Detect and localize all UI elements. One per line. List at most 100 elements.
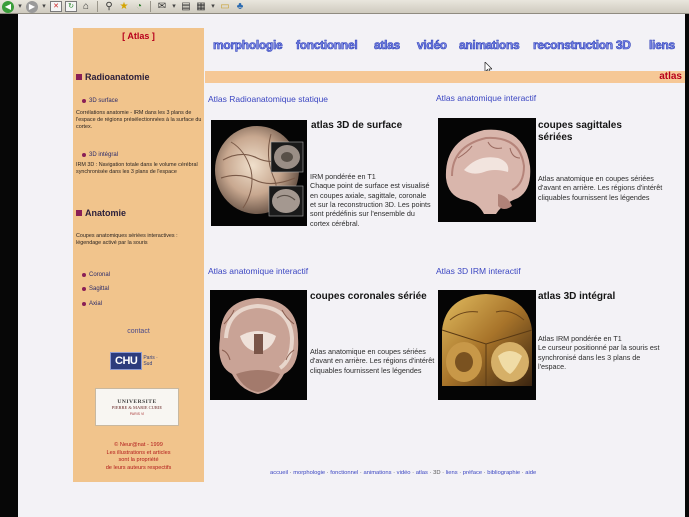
footer-navigation: accueil · morphologie · fonctionnel · an… <box>270 470 680 476</box>
footer-link-bibliographie[interactable]: bibliographie <box>487 470 520 476</box>
sidebar-link-axial[interactable]: Axial <box>82 301 102 307</box>
folder-icon[interactable]: ▭ <box>219 1 231 13</box>
footer-link-morphologie[interactable]: morphologie <box>293 470 325 476</box>
sidebar-link-label[interactable]: 3D surface <box>89 98 118 104</box>
copyright-line: de leurs auteurs respectifs <box>105 464 172 471</box>
thumb-coupes-coronales[interactable] <box>210 290 307 400</box>
search-icon[interactable]: ⚲ <box>103 1 115 13</box>
sidebar-desc-3d-integral: IRM 3D : Navigation totale dans le volum… <box>76 162 198 176</box>
section-heading-anatomie: Anatomie <box>76 208 126 218</box>
top-navigation: morphologie fonctionnel atlas vidéo anim… <box>213 38 683 56</box>
card-category-coronal[interactable]: Atlas anatomique interactif <box>208 266 308 276</box>
card-title-3d-integral[interactable]: atlas 3D intégral <box>538 291 658 303</box>
section-heading-label: Radioanatomie <box>85 72 150 82</box>
nav-animations[interactable]: animations <box>459 38 520 53</box>
brain-sagittal-section <box>438 118 536 222</box>
bullet-icon <box>82 153 86 157</box>
brain-coronal-section <box>210 290 307 400</box>
sidebar-link-3d-integral[interactable]: 3D intégral <box>82 152 118 158</box>
forward-dropdown-icon[interactable]: ▾ <box>41 1 47 13</box>
back-dropdown-icon[interactable]: ▾ <box>17 1 23 13</box>
sidebar-link-label[interactable]: Axial <box>89 301 102 307</box>
section-heading-radioanatomie: Radioanatomie <box>76 72 150 82</box>
footer-link-aide[interactable]: aide <box>525 470 536 476</box>
section-title-bar: atlas <box>205 71 685 83</box>
browser-toolbar: ◀ ▾ ▶ ▾ ✕ ↻ ⌂ ⚲ ★ ◔ ✉ ▾ ▤ ▦ ▾ ▭ ♣ <box>0 0 689 14</box>
copyright-notice: © Neur@nat - 1999 Les illustrations et a… <box>73 442 204 472</box>
footer-link-vid-o[interactable]: vidéo <box>397 470 411 476</box>
sidebar-link-label[interactable]: Sagittal <box>89 286 109 292</box>
univ-logo-line3: PARIS VI <box>129 411 145 416</box>
contact-link[interactable]: contact <box>73 328 204 335</box>
right-black-border <box>685 14 689 517</box>
footer-link-atlas[interactable]: atlas <box>416 470 428 476</box>
card-category-surface[interactable]: Atlas Radioanatomique statique <box>208 94 328 104</box>
home-icon[interactable]: ⌂ <box>80 1 92 13</box>
refresh-icon[interactable]: ↻ <box>65 1 77 12</box>
edit-dropdown-icon[interactable]: ▾ <box>210 1 216 13</box>
section-heading-label: Anatomie <box>85 208 127 218</box>
footer-link-animations[interactable]: animations <box>363 470 391 476</box>
history-icon[interactable]: ◔ <box>133 1 145 13</box>
card-desc-surface: IRM pondérée en T1 Chaque point de surfa… <box>310 172 431 228</box>
favorites-icon[interactable]: ★ <box>118 1 130 13</box>
copyright-line: sont la propriété <box>118 457 159 464</box>
copyright-line: © Neur@nat - 1999 <box>114 442 163 448</box>
edit-icon[interactable]: ▦ <box>195 1 207 13</box>
section-title: atlas <box>659 71 682 82</box>
mail-dropdown-icon[interactable]: ▾ <box>171 1 177 13</box>
nav-morphologie[interactable]: morphologie <box>213 38 283 53</box>
univ-logo-line2: PIERRE & MARIE CURIE <box>111 404 163 410</box>
sidebar-link-coronal[interactable]: Coronal <box>82 272 110 278</box>
print-icon[interactable]: ▤ <box>180 1 192 13</box>
footer-link-liens[interactable]: liens <box>446 470 458 476</box>
card-category-3d-integral[interactable]: Atlas 3D IRM interactif <box>436 266 521 276</box>
nav-fonctionnel[interactable]: fonctionnel <box>296 38 358 53</box>
chu-logo-sub: Paris · Sud <box>143 355 158 367</box>
card-title-coronal[interactable]: coupes coronales sériée <box>310 291 428 303</box>
left-black-border <box>0 14 18 517</box>
messenger-icon[interactable]: ♣ <box>234 1 246 13</box>
sidebar-link-label[interactable]: Coronal <box>89 272 110 278</box>
card-desc-sagittal: Atlas anatomique en coupes sériées d'ava… <box>538 174 663 202</box>
chu-logo-text: CHU <box>110 352 143 370</box>
back-icon[interactable]: ◀ <box>2 0 14 13</box>
square-bullet-icon <box>76 74 82 80</box>
thumb-coupes-sagittales[interactable] <box>438 118 536 222</box>
chu-logo[interactable]: CHU Paris · Sud <box>110 350 164 372</box>
card-category-sagittal[interactable]: Atlas anatomique interactif <box>436 93 536 103</box>
copyright-line: Les illustrations et articles <box>106 449 171 456</box>
mail-icon[interactable]: ✉ <box>156 1 168 13</box>
nav-atlas[interactable]: atlas <box>374 38 401 53</box>
card-title-sagittal[interactable]: coupes sagittales sériées <box>538 120 658 144</box>
forward-icon[interactable]: ▶ <box>26 0 38 13</box>
card-title-surface[interactable]: atlas 3D de surface <box>311 120 431 132</box>
universite-curie-logo[interactable]: UNIVERSITE PIERRE & MARIE CURIE PARIS VI <box>95 388 179 426</box>
bullet-icon <box>82 302 86 306</box>
sidebar-link-label[interactable]: 3D intégral <box>89 152 118 158</box>
nav-reconstruction-3d[interactable]: reconstruction 3D <box>533 38 631 53</box>
square-bullet-icon <box>76 210 82 216</box>
web-page: [ Atlas ] Radioanatomie 3D surface Corré… <box>18 14 685 517</box>
thumb-atlas-3d-integral[interactable] <box>438 290 536 400</box>
footer-link-accueil[interactable]: accueil <box>270 470 288 476</box>
bullet-icon <box>82 99 86 103</box>
nav-video[interactable]: vidéo <box>417 38 448 53</box>
sidebar-link-sagittal[interactable]: Sagittal <box>82 286 109 292</box>
footer-link-3d: 3D <box>433 470 441 476</box>
stop-icon[interactable]: ✕ <box>50 1 62 12</box>
bullet-icon <box>82 273 86 277</box>
sidebar: [ Atlas ] Radioanatomie 3D surface Corré… <box>73 28 204 482</box>
sidebar-link-3d-surface[interactable]: 3D surface <box>82 98 118 104</box>
toolbar-separator <box>150 1 151 12</box>
sidebar-title: [ Atlas ] <box>122 31 155 41</box>
footer-link-fonctionnel[interactable]: fonctionnel <box>330 470 358 476</box>
nav-liens[interactable]: liens <box>649 38 676 53</box>
toolbar-separator <box>97 1 98 12</box>
sidebar-desc-3d-surface: Corrélations anatomie - IRM dans les 3 p… <box>76 110 202 131</box>
brain-3d-integral-render <box>438 290 536 400</box>
bullet-icon <box>82 287 86 291</box>
footer-link-pr-face[interactable]: préface <box>463 470 482 476</box>
card-desc-coronal: Atlas anatomique en coupes sériées d'ava… <box>310 347 435 375</box>
sidebar-desc-anatomie: Coupes anatomiques sériées interactives … <box>76 233 178 247</box>
